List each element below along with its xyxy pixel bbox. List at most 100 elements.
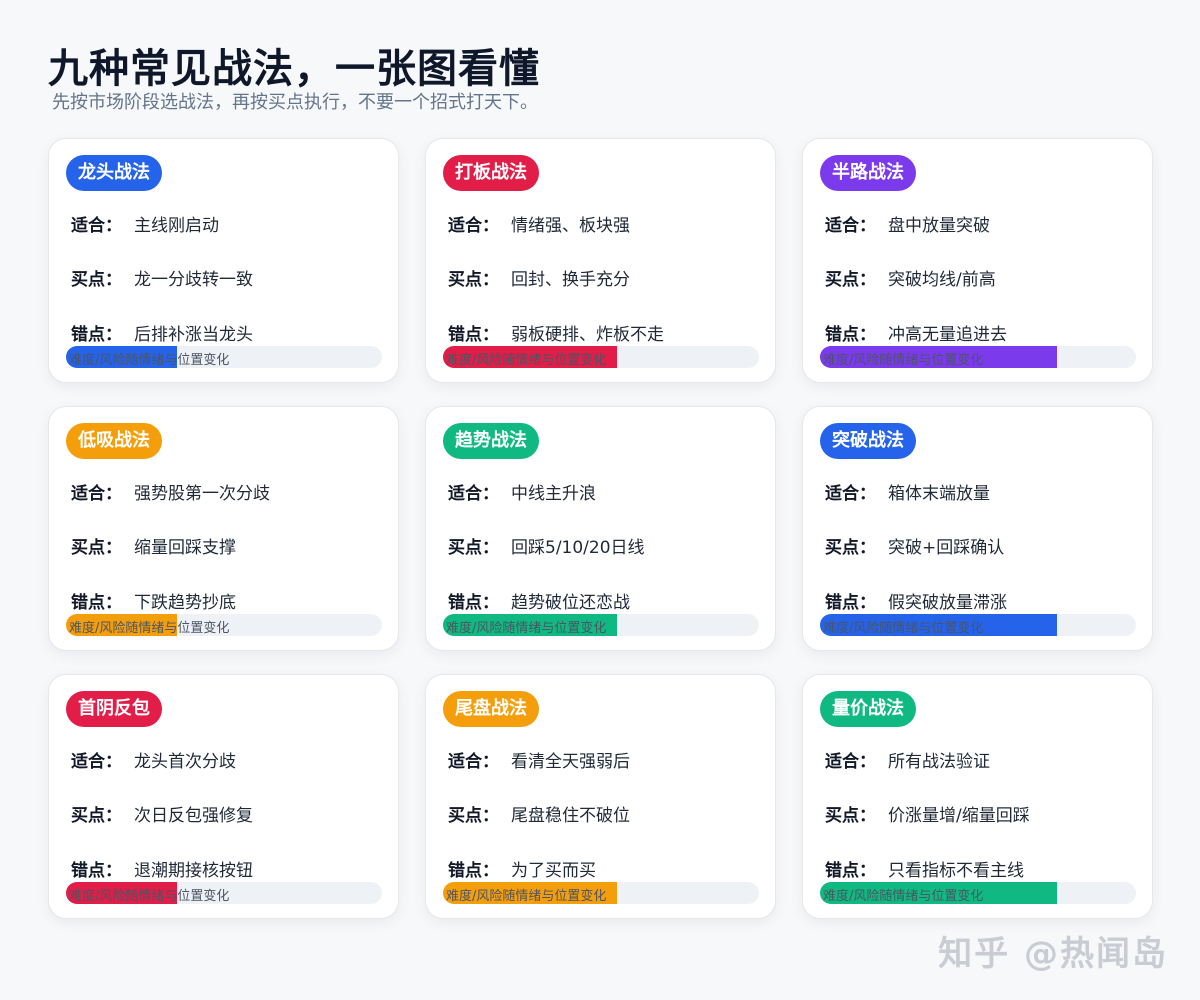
wrong-value: 退潮期接核按钮 — [134, 861, 253, 881]
buy-label: 买点： — [825, 806, 876, 826]
buy-value: 回踩5/10/20日线 — [511, 538, 645, 558]
fit-label: 适合： — [825, 752, 876, 772]
fit-value: 箱体末端放量 — [888, 484, 990, 504]
difficulty-bar-label: 难度/风险随情绪与位置变化 — [446, 353, 607, 368]
difficulty-bar-label: 难度/风险随情绪与位置变化 — [69, 889, 230, 904]
strategy-card: 尾盘战法 适合： 看清全天强弱后 买点： 尾盘稳住不破位 错点： 为了买而买 难度/风… — [425, 674, 776, 919]
difficulty-bar-label: 难度/风险随情绪与位置变化 — [823, 621, 984, 636]
wrong-value: 下跌趋势抄底 — [134, 593, 236, 613]
wrong-label: 错点： — [448, 325, 499, 345]
fit-label: 适合： — [71, 484, 122, 504]
buy-value: 价涨量增/缩量回踩 — [888, 806, 1030, 826]
fit-label: 适合： — [448, 216, 499, 236]
strategy-card: 打板战法 适合： 情绪强、板块强 买点： 回封、换手充分 错点： 弱板硬排、炸板不走 … — [425, 138, 776, 383]
strategy-card: 首阴反包 适合： 龙头首次分歧 买点： 次日反包强修复 错点： 退潮期接核按钮 难度/… — [48, 674, 399, 919]
buy-value: 突破均线/前高 — [888, 270, 996, 290]
wrong-row: 错点： 后排补涨当龙头 — [71, 320, 253, 345]
wrong-label: 错点： — [71, 325, 122, 345]
buy-row: 买点： 突破+回踩确认 — [825, 533, 1004, 558]
fit-row: 适合： 龙头首次分歧 — [71, 747, 236, 772]
difficulty-bar: 难度/风险随情绪与位置变化 — [66, 346, 382, 368]
wrong-value: 趋势破位还恋战 — [511, 593, 630, 613]
fit-value: 看清全天强弱后 — [511, 752, 630, 772]
buy-value: 龙一分歧转一致 — [134, 270, 253, 290]
wrong-row: 错点： 下跌趋势抄底 — [71, 588, 236, 613]
difficulty-bar-label: 难度/风险随情绪与位置变化 — [69, 621, 230, 636]
strategy-tag: 打板战法 — [443, 155, 539, 191]
difficulty-bar-label: 难度/风险随情绪与位置变化 — [823, 889, 984, 904]
buy-label: 买点： — [71, 270, 122, 290]
wrong-label: 错点： — [825, 325, 876, 345]
wrong-value: 假突破放量滞涨 — [888, 593, 1007, 613]
fit-row: 适合： 盘中放量突破 — [825, 211, 990, 236]
buy-value: 突破+回踩确认 — [888, 538, 1005, 558]
buy-label: 买点： — [448, 538, 499, 558]
fit-label: 适合： — [825, 216, 876, 236]
buy-row: 买点： 价涨量增/缩量回踩 — [825, 801, 1030, 826]
difficulty-bar: 难度/风险随情绪与位置变化 — [820, 882, 1136, 904]
wrong-label: 错点： — [448, 861, 499, 881]
difficulty-bar: 难度/风险随情绪与位置变化 — [66, 614, 382, 636]
fit-row: 适合： 中线主升浪 — [448, 479, 596, 504]
wrong-label: 错点： — [825, 861, 876, 881]
fit-value: 所有战法验证 — [888, 752, 990, 772]
buy-label: 买点： — [71, 806, 122, 826]
fit-label: 适合： — [448, 484, 499, 504]
wrong-row: 错点： 只看指标不看主线 — [825, 856, 1024, 881]
strategy-card: 趋势战法 适合： 中线主升浪 买点： 回踩5/10/20日线 错点： 趋势破位还恋战 … — [425, 406, 776, 651]
wrong-value: 后排补涨当龙头 — [134, 325, 253, 345]
strategy-card: 低吸战法 适合： 强势股第一次分歧 买点： 缩量回踩支撑 错点： 下跌趋势抄底 难度/… — [48, 406, 399, 651]
difficulty-bar: 难度/风险随情绪与位置变化 — [443, 346, 759, 368]
wrong-row: 错点： 退潮期接核按钮 — [71, 856, 253, 881]
fit-label: 适合： — [71, 752, 122, 772]
buy-row: 买点： 龙一分歧转一致 — [71, 265, 253, 290]
buy-row: 买点： 尾盘稳住不破位 — [448, 801, 630, 826]
difficulty-bar: 难度/风险随情绪与位置变化 — [820, 614, 1136, 636]
wrong-row: 错点： 假突破放量滞涨 — [825, 588, 1007, 613]
buy-value: 尾盘稳住不破位 — [511, 806, 630, 826]
buy-row: 买点： 回踩5/10/20日线 — [448, 533, 645, 558]
wrong-value: 冲高无量追进去 — [888, 325, 1007, 345]
fit-row: 适合： 箱体末端放量 — [825, 479, 990, 504]
strategy-card: 量价战法 适合： 所有战法验证 买点： 价涨量增/缩量回踩 错点： 只看指标不看主线 … — [802, 674, 1153, 919]
strategy-tag: 突破战法 — [820, 423, 916, 459]
strategy-card: 半路战法 适合： 盘中放量突破 买点： 突破均线/前高 错点： 冲高无量追进去 难度/… — [802, 138, 1153, 383]
fit-value: 强势股第一次分歧 — [134, 484, 270, 504]
buy-row: 买点： 次日反包强修复 — [71, 801, 253, 826]
strategy-tag: 首阴反包 — [66, 691, 162, 727]
wrong-row: 错点： 为了买而买 — [448, 856, 596, 881]
page-subtitle: 先按市场阶段选战法，再按买点执行，不要一个招式打天下。 — [52, 92, 538, 113]
fit-value: 盘中放量突破 — [888, 216, 990, 236]
buy-row: 买点： 突破均线/前高 — [825, 265, 996, 290]
wrong-row: 错点： 弱板硬排、炸板不走 — [448, 320, 664, 345]
wrong-label: 错点： — [448, 593, 499, 613]
buy-label: 买点： — [825, 538, 876, 558]
fit-value: 龙头首次分歧 — [134, 752, 236, 772]
watermark: 知乎 @热闻岛 — [938, 934, 1168, 974]
fit-row: 适合： 主线刚启动 — [71, 211, 219, 236]
difficulty-bar: 难度/风险随情绪与位置变化 — [443, 614, 759, 636]
fit-value: 主线刚启动 — [134, 216, 219, 236]
fit-label: 适合： — [825, 484, 876, 504]
strategy-tag: 半路战法 — [820, 155, 916, 191]
wrong-value: 弱板硬排、炸板不走 — [511, 325, 664, 345]
difficulty-bar-label: 难度/风险随情绪与位置变化 — [823, 353, 984, 368]
fit-value: 中线主升浪 — [511, 484, 596, 504]
page-title: 九种常见战法，一张图看懂 — [48, 46, 540, 92]
difficulty-bar-label: 难度/风险随情绪与位置变化 — [69, 353, 230, 368]
difficulty-bar-label: 难度/风险随情绪与位置变化 — [446, 621, 607, 636]
fit-label: 适合： — [448, 752, 499, 772]
strategy-tag: 尾盘战法 — [443, 691, 539, 727]
buy-label: 买点： — [825, 270, 876, 290]
wrong-row: 错点： 趋势破位还恋战 — [448, 588, 630, 613]
buy-label: 买点： — [448, 806, 499, 826]
strategy-tag: 量价战法 — [820, 691, 916, 727]
difficulty-bar: 难度/风险随情绪与位置变化 — [66, 882, 382, 904]
strategy-card: 突破战法 适合： 箱体末端放量 买点： 突破+回踩确认 错点： 假突破放量滞涨 难度/… — [802, 406, 1153, 651]
wrong-label: 错点： — [825, 593, 876, 613]
buy-row: 买点： 缩量回踩支撑 — [71, 533, 236, 558]
fit-row: 适合： 所有战法验证 — [825, 747, 990, 772]
buy-label: 买点： — [448, 270, 499, 290]
buy-value: 缩量回踩支撑 — [134, 538, 236, 558]
strategy-tag: 趋势战法 — [443, 423, 539, 459]
